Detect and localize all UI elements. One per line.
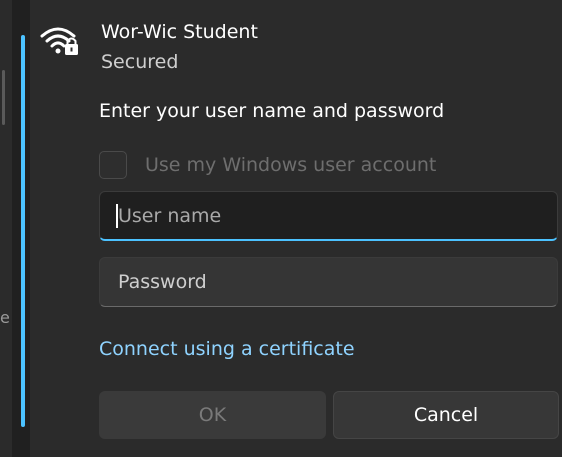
use-windows-account-option[interactable]: Use my Windows user account: [99, 149, 436, 181]
use-windows-account-label: Use my Windows user account: [145, 154, 437, 176]
username-input[interactable]: [99, 191, 558, 241]
background-scrollbar[interactable]: [2, 70, 5, 125]
background-clipped-text: e: [0, 308, 10, 327]
wifi-connect-flyout: e Wor-Wic Student Secured Enter your use…: [0, 0, 562, 457]
ok-button[interactable]: OK: [99, 391, 326, 439]
connect-certificate-link[interactable]: Connect using a certificate: [99, 336, 355, 362]
background-window-edge: e: [0, 0, 12, 457]
cancel-button[interactable]: Cancel: [333, 391, 559, 439]
wifi-secured-icon: [38, 22, 82, 62]
credentials-prompt: Enter your user name and password: [99, 100, 445, 122]
network-security-status: Secured: [101, 51, 179, 73]
network-name: Wor-Wic Student: [101, 21, 258, 43]
text-caret: [116, 204, 118, 228]
password-input[interactable]: [99, 257, 558, 307]
use-windows-account-checkbox[interactable]: [99, 151, 127, 179]
selection-accent-bar: [21, 35, 25, 427]
